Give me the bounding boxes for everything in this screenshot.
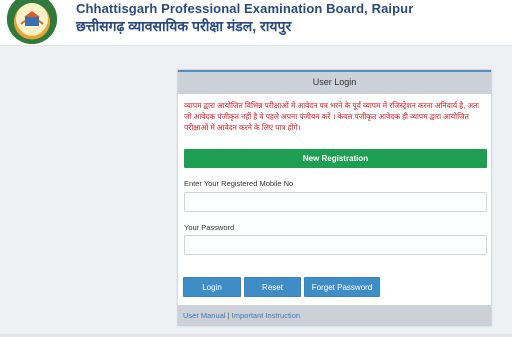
org-name-hindi: छत्तीसगढ़ व्यावसायिक परीक्षा मंडल, रायपु… [76, 18, 292, 34]
cgvyapam-emblem-icon[interactable] [7, 0, 57, 44]
password-label: Your Password [184, 223, 235, 232]
mobile-number-input[interactable] [184, 192, 487, 212]
login-button[interactable]: Login [183, 277, 241, 297]
user-login-panel: User Login व्यापम द्वारा आयोजित विभिन्न … [177, 69, 492, 326]
mobile-label: Enter Your Registered Mobile No [184, 179, 294, 188]
site-header: Chhattisgarh Professional Examination Bo… [0, 0, 512, 46]
org-name-english: Chhattisgarh Professional Examination Bo… [76, 1, 414, 16]
reset-button[interactable]: Reset [244, 277, 301, 297]
user-manual-link[interactable]: User Manual [183, 311, 226, 320]
panel-footer: User Manual | Important Instruction [178, 305, 491, 326]
link-separator: | [227, 311, 230, 320]
new-registration-button[interactable]: New Registration [184, 149, 487, 168]
important-instruction-link[interactable]: Important Instruction [232, 311, 300, 320]
panel-title: User Login [178, 70, 491, 94]
registration-notice: व्यापम द्वारा आयोजित विभिन्न परीक्षाओं म… [184, 101, 479, 132]
password-input[interactable] [184, 235, 487, 255]
forgot-password-button[interactable]: Forget Password [304, 277, 380, 297]
